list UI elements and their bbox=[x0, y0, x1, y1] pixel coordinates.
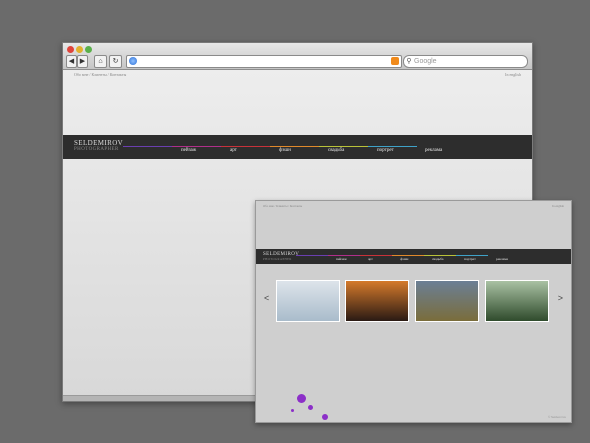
brand-name: SELDEMIROV bbox=[74, 139, 124, 147]
browser-toolbar: ◀ ▶ ⌂ ↻ ⚲ Google bbox=[63, 43, 532, 70]
breadcrumb-preview[interactable]: Обо мне / Клиенты / Контакты bbox=[263, 204, 302, 208]
breadcrumb[interactable]: Обо мне / Клиенты / Контакты bbox=[74, 72, 126, 77]
preview-site-logo[interactable]: SELDEMIROV PHOTOGRAPHER bbox=[263, 252, 299, 261]
gallery-thumb-mountains[interactable] bbox=[415, 280, 479, 322]
site-page-preview: Обо мне / Клиенты / Контакты In english … bbox=[255, 200, 572, 423]
menu-item-fashion[interactable]: фэшн bbox=[279, 148, 291, 153]
menu-accent-line bbox=[221, 146, 270, 147]
preview-menu-item-fashion[interactable]: фэшн bbox=[400, 257, 408, 261]
menu-item-art[interactable]: арт bbox=[230, 148, 237, 153]
english-link-preview[interactable]: In english bbox=[552, 204, 564, 208]
menu-item-wedding[interactable]: свадьба bbox=[328, 148, 344, 153]
menu-accent-line bbox=[392, 255, 424, 256]
preview-nav-bar: SELDEMIROV PHOTOGRAPHER пейзаж арт фэшн … bbox=[256, 249, 571, 264]
menu-accent-line bbox=[270, 146, 319, 147]
menu-accent-line bbox=[123, 146, 172, 147]
menu-accent-line bbox=[319, 146, 368, 147]
preview-menu-item-landscape[interactable]: пейзаж bbox=[336, 257, 347, 261]
menu-item-portrait[interactable]: портрет bbox=[377, 148, 394, 153]
reload-button[interactable]: ↻ bbox=[109, 55, 122, 68]
paint-splash-drop bbox=[322, 414, 328, 420]
menu-accent-line bbox=[172, 146, 221, 147]
menu-accent-line bbox=[296, 255, 328, 256]
forward-arrow-icon: ▶ bbox=[79, 58, 86, 65]
menu-item-advertising[interactable]: реклама bbox=[425, 148, 442, 153]
home-icon: ⌂ bbox=[98, 58, 103, 65]
brand-subtitle: PHOTOGRAPHER bbox=[74, 147, 119, 152]
gallery-thumb-forest[interactable] bbox=[485, 280, 549, 322]
menu-accent-line bbox=[328, 255, 360, 256]
back-button[interactable]: ◀ bbox=[66, 55, 77, 68]
menu-item-landscape[interactable]: пейзаж bbox=[181, 148, 196, 153]
preview-menu-item-art[interactable]: арт bbox=[368, 257, 373, 261]
home-button[interactable]: ⌂ bbox=[94, 55, 107, 68]
back-arrow-icon: ◀ bbox=[68, 58, 75, 65]
gallery-thumb-sea[interactable] bbox=[276, 280, 340, 322]
site-nav-bar: SELDEMIROV PHOTOGRAPHER пейзаж арт фэшн … bbox=[63, 135, 532, 159]
forward-button[interactable]: ▶ bbox=[77, 55, 88, 68]
zoom-window-button[interactable] bbox=[85, 46, 92, 53]
preview-menu-item-wedding[interactable]: свадьба bbox=[432, 257, 443, 261]
paint-splash-decoration bbox=[297, 394, 306, 403]
paint-splash-drop bbox=[308, 405, 313, 410]
preview-brand-subtitle: PHOTOGRAPHER bbox=[263, 257, 292, 261]
menu-accent-line bbox=[424, 255, 456, 256]
gallery-thumb-sunset[interactable] bbox=[345, 280, 409, 322]
footer-text: © Seldemirov bbox=[547, 415, 566, 419]
site-logo[interactable]: SELDEMIROV PHOTOGRAPHER bbox=[74, 140, 123, 153]
gallery-prev-arrow[interactable]: < bbox=[264, 293, 269, 303]
search-field[interactable]: ⚲ Google bbox=[403, 55, 528, 68]
gallery-next-arrow[interactable]: > bbox=[558, 293, 563, 303]
preview-menu-item-advertising[interactable]: реклама bbox=[496, 257, 508, 261]
globe-icon bbox=[129, 57, 137, 65]
preview-menu-item-portrait[interactable]: портрет bbox=[464, 257, 476, 261]
search-placeholder: Google bbox=[414, 58, 437, 65]
search-icon: ⚲ bbox=[406, 58, 412, 65]
english-link[interactable]: In english bbox=[505, 72, 521, 77]
menu-accent-line bbox=[360, 255, 392, 256]
rss-icon[interactable] bbox=[391, 57, 399, 65]
menu-accent-line bbox=[456, 255, 488, 256]
minimize-window-button[interactable] bbox=[76, 46, 83, 53]
close-window-button[interactable] bbox=[67, 46, 74, 53]
reload-icon: ↻ bbox=[112, 58, 119, 65]
paint-splash-drop bbox=[291, 409, 294, 412]
address-bar[interactable] bbox=[126, 55, 402, 68]
menu-accent-line bbox=[368, 146, 417, 147]
